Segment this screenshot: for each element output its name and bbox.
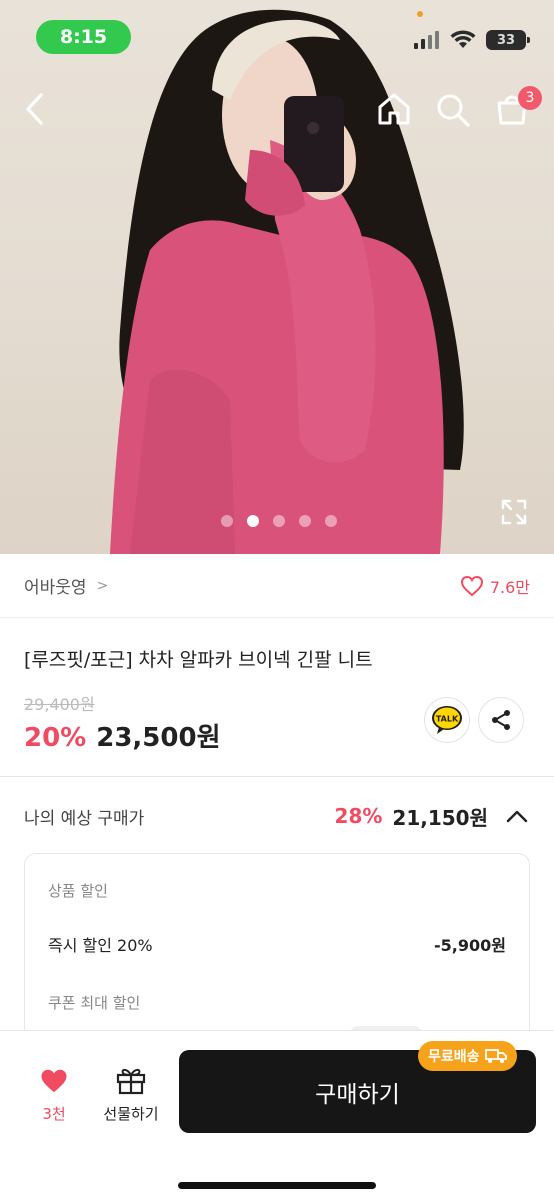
instant-discount-row: 즉시 할인 20% -5,900원 bbox=[48, 932, 506, 956]
bottom-purchase-bar: 3천 선물하기 구매하기 무료배송 bbox=[0, 1030, 554, 1200]
carousel-dot-active[interactable] bbox=[247, 515, 259, 527]
status-icons: 33 bbox=[414, 30, 530, 50]
product-title: [루즈핏/포근] 차차 알파카 브이넥 긴팔 니트 bbox=[24, 649, 373, 671]
expected-price-row[interactable]: 나의 예상 구매가 28% 21,150원 bbox=[24, 798, 530, 834]
search-icon bbox=[437, 94, 470, 127]
carousel-dot[interactable] bbox=[325, 515, 337, 527]
store-like-count: 7.6만 bbox=[489, 577, 530, 597]
carousel-dot[interactable] bbox=[221, 515, 233, 527]
expected-price-label: 나의 예상 구매가 bbox=[24, 808, 145, 829]
instant-discount-amount: -5,900원 bbox=[434, 936, 506, 955]
price-row: 20% 23,500원 bbox=[24, 717, 221, 754]
search-button[interactable] bbox=[435, 92, 471, 132]
wifi-icon bbox=[450, 30, 476, 48]
store-link[interactable]: 어바웃영 > bbox=[24, 573, 109, 599]
chevron-left-icon bbox=[26, 93, 43, 125]
chevron-right-icon: > bbox=[96, 577, 109, 594]
home-button[interactable] bbox=[376, 92, 412, 130]
home-indicator bbox=[178, 1182, 376, 1189]
heart-filled-icon bbox=[41, 1069, 67, 1093]
share-button[interactable] bbox=[478, 697, 524, 743]
home-icon bbox=[378, 93, 410, 125]
product-discount-label: 상품 할인 bbox=[48, 882, 108, 900]
wishlist-button[interactable]: 3천 bbox=[30, 1067, 78, 1124]
carousel-dot[interactable] bbox=[273, 515, 285, 527]
gift-icon bbox=[116, 1068, 146, 1095]
fullscreen-button[interactable] bbox=[500, 498, 528, 530]
wishlist-count: 3천 bbox=[42, 1105, 66, 1123]
free-shipping-badge: 무료배송 bbox=[418, 1041, 517, 1071]
expected-discount-rate: 28% bbox=[334, 804, 383, 828]
battery-level: 33 bbox=[496, 32, 516, 48]
privacy-indicator-dot bbox=[417, 11, 423, 17]
original-price: 29,400원 bbox=[24, 695, 95, 714]
heart-outline-icon bbox=[460, 575, 483, 596]
status-time: 8:15 bbox=[59, 26, 108, 48]
product-photo bbox=[110, 9, 464, 554]
back-button[interactable] bbox=[22, 92, 50, 130]
expand-icon bbox=[501, 499, 527, 525]
kakao-talk-icon: TALK bbox=[432, 706, 462, 734]
status-time-pill: 8:15 bbox=[36, 20, 131, 54]
carousel-dot[interactable] bbox=[299, 515, 311, 527]
kakao-talk-label: TALK bbox=[436, 715, 459, 724]
store-like-button[interactable]: 7.6만 bbox=[460, 574, 530, 598]
product-image-carousel[interactable]: 8:15 33 3 bbox=[0, 0, 554, 554]
instant-discount-label: 즉시 할인 20% bbox=[48, 936, 153, 955]
store-name: 어바웃영 bbox=[24, 578, 87, 598]
gift-button[interactable]: 선물하기 bbox=[96, 1065, 166, 1124]
cart-count: 3 bbox=[525, 90, 535, 106]
expected-price-summary: 28% 21,150원 bbox=[335, 802, 530, 831]
share-icon bbox=[492, 710, 510, 730]
battery-icon: 33 bbox=[486, 30, 530, 50]
delivery-truck-icon bbox=[484, 1049, 507, 1063]
free-shipping-label: 무료배송 bbox=[428, 1049, 480, 1065]
section-divider bbox=[0, 776, 554, 777]
signal-icon bbox=[414, 31, 439, 49]
buy-button-label: 구매하기 bbox=[315, 1081, 400, 1108]
coupon-max-discount-label: 쿠폰 최대 할인 bbox=[48, 994, 141, 1012]
price-breakdown-box: 상품 할인 즉시 할인 20% -5,900원 쿠폰 최대 할인 bbox=[24, 853, 530, 1053]
store-row: 어바웃영 > 7.6만 bbox=[0, 554, 554, 618]
gift-label: 선물하기 bbox=[103, 1105, 159, 1123]
cart-count-badge: 3 bbox=[518, 86, 542, 110]
chevron-up-icon[interactable] bbox=[504, 807, 530, 825]
sale-price: 23,500원 bbox=[96, 723, 221, 753]
expected-price: 21,150원 bbox=[392, 805, 488, 830]
discount-rate: 20% bbox=[24, 723, 87, 753]
carousel-indicator bbox=[221, 515, 337, 527]
kakao-talk-button[interactable]: TALK bbox=[424, 697, 470, 743]
